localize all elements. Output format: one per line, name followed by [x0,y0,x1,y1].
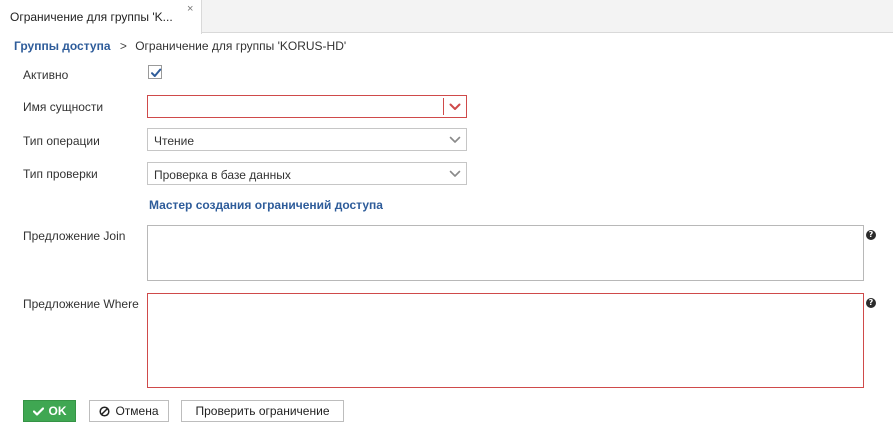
check-type-label: Тип проверки [23,167,98,181]
tab-close-icon[interactable]: × [187,3,193,15]
operation-type-select[interactable]: Чтение [147,128,467,151]
active-checkbox[interactable] [148,65,162,79]
check-constraint-button[interactable]: Проверить ограничение [181,400,344,422]
cancel-icon [99,405,111,417]
ok-button[interactable]: OK [23,400,76,422]
entity-name-divider [443,98,444,115]
entity-name-field[interactable] [147,95,467,118]
tab-title: Ограничение для группы 'K... [10,10,173,24]
check-constraint-button-label: Проверить ограничение [195,404,330,418]
join-help-icon[interactable]: ? [866,230,876,240]
entity-name-label: Имя сущности [23,100,104,114]
ok-button-label: OK [48,404,67,418]
check-type-select[interactable]: Проверка в базе данных [147,162,467,185]
cancel-button[interactable]: Отмена [89,400,169,422]
operation-type-value: Чтение [154,134,195,148]
join-clause-input[interactable] [147,225,864,281]
check-icon [32,406,44,416]
constraint-wizard-link[interactable]: Мастер создания ограничений доступа [149,198,383,212]
chevron-down-icon [449,136,461,143]
chevron-down-icon [449,170,461,177]
where-clause-label: Предложение Where [23,297,139,311]
chevron-down-icon[interactable] [449,103,461,111]
join-clause-label: Предложение Join [23,229,126,243]
breadcrumb-separator: > [119,39,127,53]
checkmark-icon [151,68,162,77]
check-type-value: Проверка в базе данных [154,168,291,182]
breadcrumb-link-access-groups[interactable]: Группы доступа [14,39,111,53]
where-help-icon[interactable]: ? [866,298,876,308]
where-clause-input[interactable] [147,293,864,388]
tab-constraint-editor[interactable]: Ограничение для группы 'K... × [0,0,202,34]
tab-bar: Ограничение для группы 'K... × [0,0,893,34]
operation-type-label: Тип операции [23,134,100,148]
breadcrumb: Группы доступа > Ограничение для группы … [14,39,346,53]
breadcrumb-current: Ограничение для группы 'KORUS-HD' [135,39,347,53]
active-label: Активно [23,68,69,82]
cancel-button-label: Отмена [115,404,159,418]
